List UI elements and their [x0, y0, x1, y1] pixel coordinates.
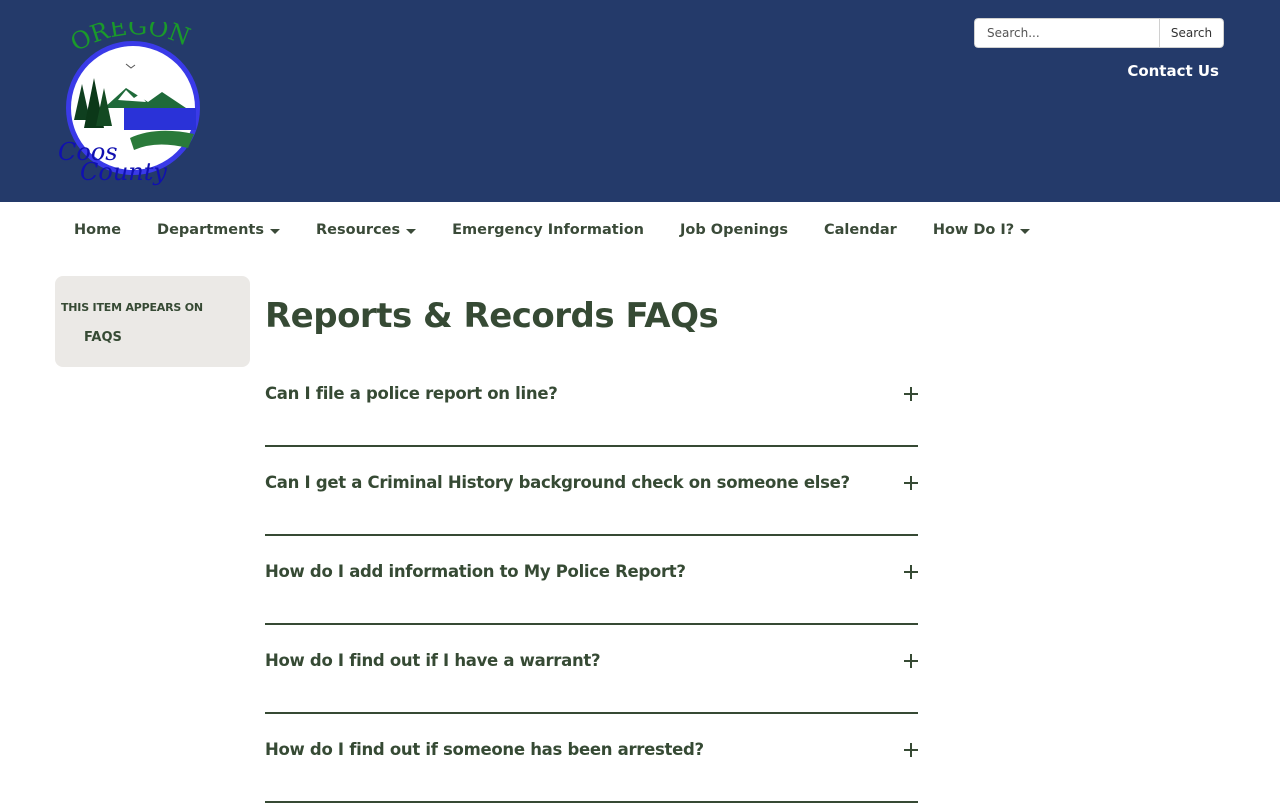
nav-item-home[interactable]: Home — [56, 222, 139, 238]
nav-item-calendar[interactable]: Calendar — [806, 222, 915, 238]
page-title: Reports & Records FAQs — [265, 296, 719, 336]
faqs-link[interactable]: FAQS — [84, 330, 122, 345]
plus-icon[interactable] — [904, 565, 918, 579]
site-header: OREGON Coos County Search Contact Us — [0, 0, 1280, 202]
appears-on-heading: THIS ITEM APPEARS ON — [61, 301, 203, 314]
contact-us-link[interactable]: Contact Us — [1127, 62, 1219, 80]
nav-item-departments[interactable]: Departments — [139, 222, 298, 238]
nav-item-label: Home — [74, 222, 122, 238]
faq-question: How do I add information to My Police Re… — [265, 562, 686, 581]
nav-item-label: Job Openings — [680, 222, 788, 238]
search-input[interactable] — [974, 18, 1159, 48]
faq-item[interactable]: How do I add information to My Police Re… — [265, 536, 918, 625]
plus-icon[interactable] — [904, 654, 918, 668]
caret-down-icon — [406, 228, 417, 234]
plus-icon[interactable] — [904, 387, 918, 401]
search-form: Search — [974, 18, 1224, 48]
faq-question: How do I find out if I have a warrant? — [265, 651, 601, 670]
search-button[interactable]: Search — [1159, 18, 1224, 48]
faq-item[interactable]: How do I find out if someone has been ar… — [265, 714, 918, 803]
plus-icon[interactable] — [904, 743, 918, 757]
nav-item-how-do-i[interactable]: How Do I? — [915, 222, 1048, 238]
faq-item[interactable]: How do I find out if I have a warrant? — [265, 625, 918, 714]
nav-item-label: Calendar — [823, 222, 897, 238]
logo-county-text: County — [80, 158, 167, 186]
faq-question: How do I find out if someone has been ar… — [265, 740, 704, 759]
nav-item-resources[interactable]: Resources — [298, 222, 434, 238]
faq-question: Can I file a police report on line? — [265, 384, 558, 403]
plus-icon[interactable] — [904, 476, 918, 490]
coos-county-logo[interactable]: OREGON Coos County — [56, 22, 206, 190]
faq-item[interactable]: Can I get a Criminal History background … — [265, 447, 918, 536]
caret-down-icon — [270, 228, 280, 234]
faq-item[interactable]: Can I file a police report on line? — [265, 358, 918, 447]
nav-item-label: How Do I? — [932, 222, 1015, 238]
nav-item-emergency-information[interactable]: Emergency Information — [434, 222, 662, 238]
nav-item-label: Resources — [316, 222, 401, 238]
nav-item-job-openings[interactable]: Job Openings — [662, 222, 806, 238]
nav-item-label: Emergency Information — [452, 222, 644, 238]
caret-down-icon — [1020, 228, 1031, 234]
appears-on-panel: THIS ITEM APPEARS ON FAQS — [55, 276, 250, 367]
main-nav: Home Departments Resources Emergency Inf… — [56, 202, 1048, 258]
faq-question: Can I get a Criminal History background … — [265, 473, 850, 492]
nav-item-label: Departments — [157, 222, 264, 238]
faq-list: Can I file a police report on line? Can … — [265, 358, 918, 803]
